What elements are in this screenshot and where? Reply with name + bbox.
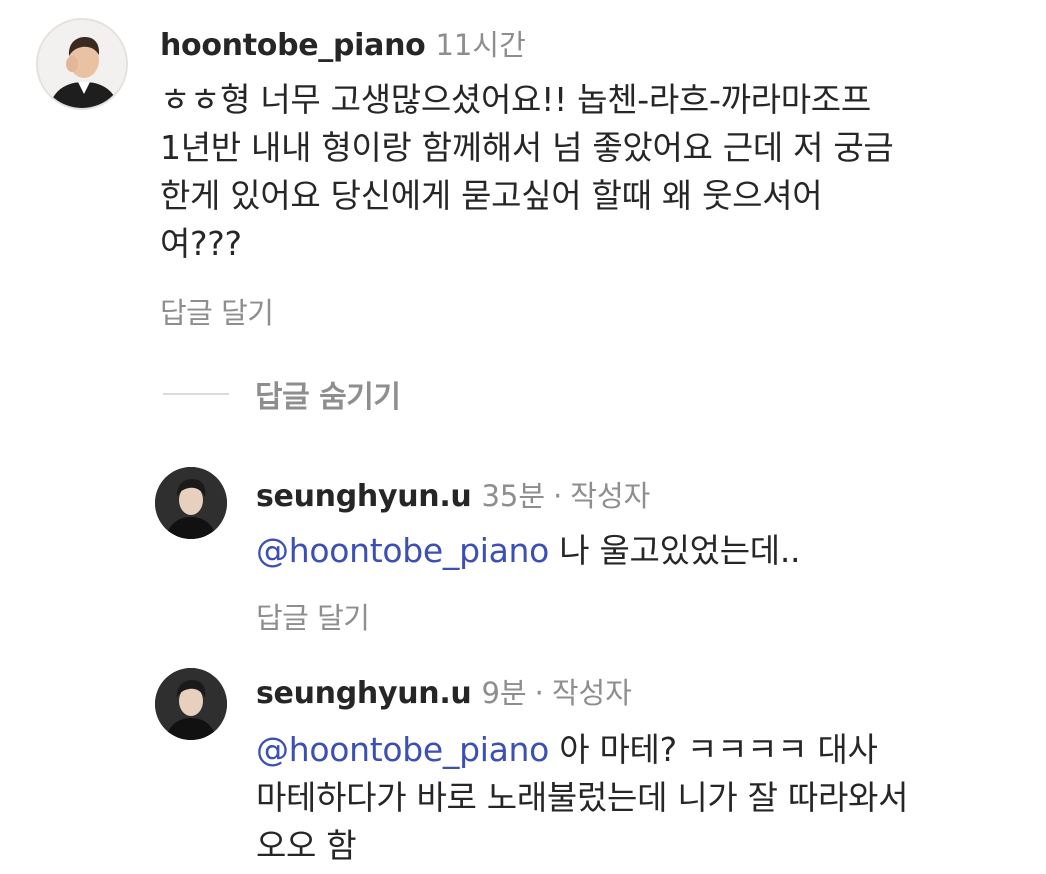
reply: seunghyun.u 35분 · 작성자 @hoontobe_piano 나 … <box>155 467 801 637</box>
username[interactable]: seunghyun.u <box>256 479 472 514</box>
avatar[interactable] <box>36 18 128 110</box>
reply-meta: seunghyun.u 9분 · 작성자 <box>256 670 908 712</box>
comment-line: ㅎㅎ형 너무 고생많으셨어요!! 놉첸-라흐-까라마조프 <box>160 80 871 119</box>
timestamp[interactable]: 9분 <box>481 670 526 712</box>
comment-text: ㅎㅎ형 너무 고생많으셨어요!! 놉첸-라흐-까라마조프 1년반 내내 형이랑 … <box>160 76 894 268</box>
mention-link[interactable]: @hoontobe_piano <box>256 730 549 769</box>
reply-text: @hoontobe_piano 나 울고있었는데.. <box>256 527 801 575</box>
author-badge: 작성자 <box>570 479 651 513</box>
separator: · <box>534 676 544 710</box>
reply-text: @hoontobe_piano 아 마테? ㅋㅋㅋㅋ 대사 마테하다가 바로 노… <box>256 726 908 870</box>
hide-replies-button[interactable]: 답글 숨기기 <box>255 372 401 416</box>
username[interactable]: seunghyun.u <box>256 676 472 711</box>
reply-line-text: 아 마테? ㅋㅋㅋㅋ 대사 <box>549 730 878 769</box>
reply-line: 오오 함 <box>256 826 357 865</box>
mention-link[interactable]: @hoontobe_piano <box>256 531 549 570</box>
profile-photo-icon <box>155 467 227 539</box>
timestamp[interactable]: 11시간 <box>435 22 525 64</box>
reply: seunghyun.u 9분 · 작성자 @hoontobe_piano 아 마… <box>155 668 908 870</box>
reply-line-text: 나 울고있었는데.. <box>549 531 801 570</box>
profile-photo-icon <box>155 668 227 740</box>
username[interactable]: hoontobe_piano <box>160 28 426 63</box>
reply-line: 마테하다가 바로 노래불렀는데 니가 잘 따라와서 <box>256 778 909 817</box>
separator: · <box>553 479 563 513</box>
avatar[interactable] <box>155 467 227 539</box>
comment: hoontobe_piano 11시간 ㅎㅎ형 너무 고생많으셨어요!! 놉첸-… <box>36 18 894 332</box>
divider <box>163 393 229 395</box>
reply-line: @hoontobe_piano 나 울고있었는데.. <box>256 527 801 575</box>
comment-meta: hoontobe_piano 11시간 <box>160 22 893 64</box>
reply-button[interactable]: 답글 달기 <box>160 290 893 332</box>
reply-line: @hoontobe_piano 아 마테? ㅋㅋㅋㅋ 대사 <box>256 726 908 774</box>
comment-line: 한게 있어요 당신에게 묻고싶어 할때 왜 웃으셔어 <box>160 176 823 215</box>
timestamp[interactable]: 35분 <box>481 473 545 515</box>
hide-replies-row[interactable]: 답글 숨기기 <box>163 372 401 416</box>
reply-button[interactable]: 답글 달기 <box>256 595 800 637</box>
comment-line: 1년반 내내 형이랑 함께해서 넘 좋았어요 근데 저 궁금 <box>160 128 894 167</box>
reply-meta: seunghyun.u 35분 · 작성자 <box>256 473 800 515</box>
avatar[interactable] <box>155 668 227 740</box>
author-badge: 작성자 <box>551 676 632 710</box>
comment-line: 여??? <box>160 224 242 263</box>
profile-photo-icon <box>38 20 126 108</box>
